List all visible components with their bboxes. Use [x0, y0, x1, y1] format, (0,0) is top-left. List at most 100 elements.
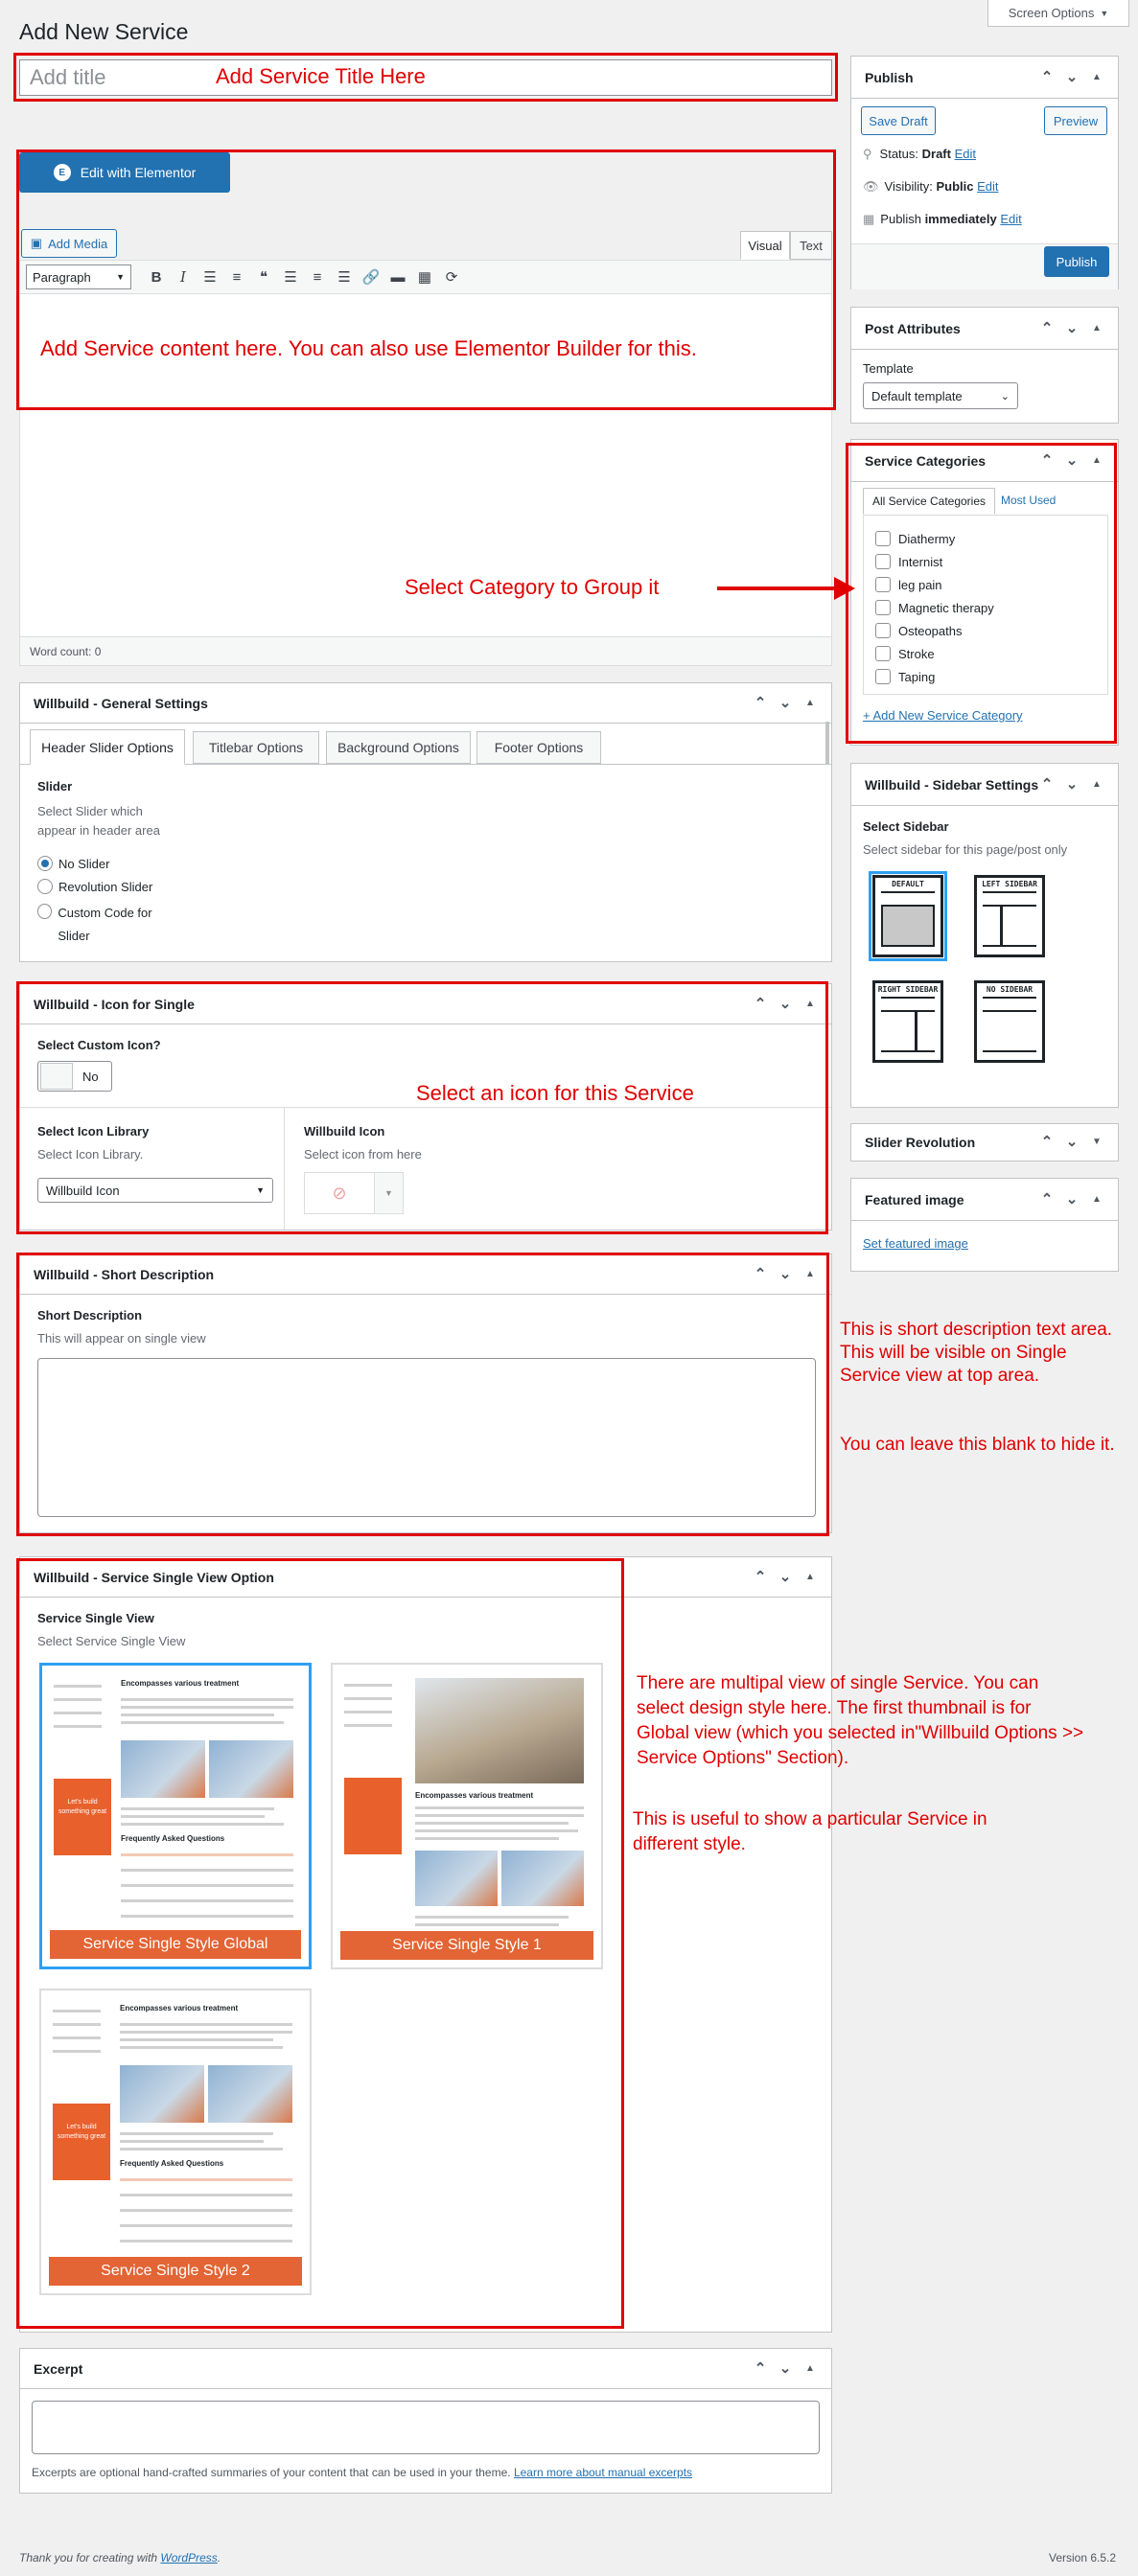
- picker-caret-icon[interactable]: ▼: [374, 1173, 403, 1213]
- add-new-category-link[interactable]: + Add New Service Category: [863, 708, 1023, 723]
- edit-status-link[interactable]: Edit: [955, 147, 976, 161]
- toolbar-toggle-icon[interactable]: ▦: [411, 268, 438, 286]
- category-item[interactable]: Taping: [875, 665, 1096, 688]
- chevron-up-icon[interactable]: ⌃: [1039, 69, 1055, 85]
- align-right-icon[interactable]: ☰: [331, 268, 358, 286]
- icon-library-select[interactable]: Willbuild Icon ▼: [37, 1178, 273, 1203]
- tab-text[interactable]: Text: [790, 231, 832, 260]
- category-checkbox[interactable]: [875, 646, 891, 661]
- chevron-down-icon[interactable]: ⌄: [778, 2360, 793, 2377]
- icon-picker[interactable]: ⊘ ▼: [304, 1172, 404, 1214]
- chevron-down-icon[interactable]: ⌄: [1064, 1135, 1080, 1150]
- chevron-up-icon[interactable]: ⌃: [753, 1266, 768, 1282]
- screen-options-button[interactable]: Screen Options ▼: [987, 0, 1129, 27]
- chevron-up-icon[interactable]: ⌃: [1039, 452, 1055, 469]
- category-item[interactable]: Stroke: [875, 642, 1096, 665]
- template-select[interactable]: Default template ⌄: [863, 382, 1018, 409]
- sidebar-option-default[interactable]: DEFAULT: [869, 871, 947, 961]
- save-draft-button[interactable]: Save Draft: [861, 106, 936, 135]
- excerpt-textarea[interactable]: [32, 2401, 820, 2454]
- tab-all-categories[interactable]: All Service Categories: [863, 488, 995, 515]
- category-item[interactable]: Diathermy: [875, 527, 1096, 550]
- set-featured-image-link[interactable]: Set featured image: [863, 1236, 968, 1251]
- style-2-thumb[interactable]: Encompasses various treatment Let's buil…: [39, 1989, 312, 2295]
- numbered-list-icon[interactable]: ≡: [223, 269, 250, 286]
- chevron-down-icon[interactable]: ⌄: [1064, 776, 1080, 793]
- tab-titlebar[interactable]: Titlebar Options: [193, 731, 319, 764]
- title-input[interactable]: Add title: [19, 59, 832, 96]
- expand-triangle-icon[interactable]: ▼: [1089, 1135, 1104, 1150]
- chevron-down-icon[interactable]: ⌄: [1064, 69, 1080, 85]
- chevron-up-icon[interactable]: ⌃: [1039, 776, 1055, 793]
- category-checkbox[interactable]: [875, 600, 891, 615]
- collapse-triangle-icon[interactable]: ▲: [802, 696, 818, 711]
- chevron-down-icon[interactable]: ⌄: [778, 1569, 793, 1585]
- category-checkbox[interactable]: [875, 577, 891, 592]
- edit-visibility-link[interactable]: Edit: [977, 179, 998, 194]
- excerpt-learn-more-link[interactable]: Learn more about manual excerpts: [514, 2466, 692, 2479]
- sidebar-option-none[interactable]: NO SIDEBAR: [970, 977, 1049, 1067]
- chevron-up-icon[interactable]: ⌃: [753, 2360, 768, 2377]
- chevron-up-icon[interactable]: ⌃: [1039, 320, 1055, 336]
- category-item[interactable]: Osteopaths: [875, 619, 1096, 642]
- italic-icon[interactable]: I: [170, 268, 197, 286]
- collapse-triangle-icon[interactable]: ▲: [1089, 70, 1104, 85]
- collapse-triangle-icon[interactable]: ▲: [1089, 1192, 1104, 1208]
- collapse-triangle-icon[interactable]: ▲: [802, 1267, 818, 1282]
- radio-no-slider[interactable]: No Slider: [37, 856, 109, 871]
- style-global-thumb[interactable]: Encompasses various treatment Let's buil…: [39, 1663, 312, 1969]
- wordpress-link[interactable]: WordPress: [160, 2551, 217, 2564]
- tab-background[interactable]: Background Options: [326, 731, 471, 764]
- collapse-triangle-icon[interactable]: ▲: [1089, 777, 1104, 793]
- chevron-down-icon[interactable]: ⌄: [1064, 452, 1080, 469]
- format-select[interactable]: Paragraph ▼: [26, 264, 131, 289]
- edit-schedule-link[interactable]: Edit: [1000, 212, 1021, 226]
- link-icon[interactable]: 🔗: [358, 268, 384, 286]
- collapse-triangle-icon[interactable]: ▲: [1089, 321, 1104, 336]
- sidebar-option-right[interactable]: RIGHT SIDEBAR: [869, 977, 947, 1067]
- tab-footer[interactable]: Footer Options: [476, 731, 601, 764]
- category-checkbox[interactable]: [875, 531, 891, 546]
- collapse-triangle-icon[interactable]: ▲: [802, 2361, 818, 2377]
- sidebar-option-left[interactable]: LEFT SIDEBAR: [970, 871, 1049, 961]
- chevron-up-icon[interactable]: ⌃: [1039, 1191, 1055, 1208]
- add-media-button[interactable]: ▣ Add Media: [21, 229, 117, 258]
- slider-revolution-header[interactable]: Slider Revolution ⌃ ⌄ ▼: [851, 1124, 1118, 1161]
- tab-most-used[interactable]: Most Used: [1001, 494, 1056, 507]
- collapse-triangle-icon[interactable]: ▲: [802, 1570, 818, 1585]
- publish-button[interactable]: Publish: [1044, 246, 1109, 277]
- radio-revolution-slider[interactable]: Revolution Slider: [37, 879, 152, 894]
- align-left-icon[interactable]: ☰: [277, 268, 304, 286]
- chevron-up-icon[interactable]: ⌃: [753, 695, 768, 711]
- general-scrollbar[interactable]: [825, 722, 829, 764]
- refresh-icon[interactable]: ⟳: [438, 268, 465, 286]
- tab-header-slider[interactable]: Header Slider Options: [30, 729, 185, 765]
- category-item[interactable]: leg pain: [875, 573, 1096, 596]
- radio-custom-code[interactable]: Custom Code for Slider: [37, 902, 181, 948]
- chevron-up-icon[interactable]: ⌃: [1039, 1135, 1055, 1150]
- category-item[interactable]: Internist: [875, 550, 1096, 573]
- chevron-up-icon[interactable]: ⌃: [753, 1569, 768, 1585]
- chevron-down-icon[interactable]: ⌄: [1064, 1191, 1080, 1208]
- chevron-down-icon[interactable]: ⌄: [778, 695, 793, 711]
- category-item[interactable]: Magnetic therapy: [875, 596, 1096, 619]
- elementor-button[interactable]: E Edit with Elementor: [19, 152, 230, 193]
- category-checkbox[interactable]: [875, 669, 891, 684]
- chevron-down-icon[interactable]: ⌄: [778, 1266, 793, 1282]
- bullet-list-icon[interactable]: ☰: [197, 268, 223, 286]
- chevron-down-icon[interactable]: ⌄: [778, 996, 793, 1012]
- collapse-triangle-icon[interactable]: ▲: [802, 997, 818, 1012]
- custom-icon-toggle[interactable]: No: [37, 1061, 112, 1092]
- chevron-up-icon[interactable]: ⌃: [753, 996, 768, 1012]
- blockquote-icon[interactable]: ❝: [250, 268, 277, 286]
- align-center-icon[interactable]: ≡: [304, 269, 331, 286]
- short-description-textarea[interactable]: [37, 1358, 816, 1517]
- collapse-triangle-icon[interactable]: ▲: [1089, 453, 1104, 469]
- bold-icon[interactable]: B: [143, 269, 170, 286]
- preview-button[interactable]: Preview: [1044, 106, 1107, 135]
- tab-visual[interactable]: Visual: [740, 231, 790, 260]
- category-checkbox[interactable]: [875, 623, 891, 638]
- read-more-icon[interactable]: ▬: [384, 269, 411, 286]
- style-1-thumb[interactable]: Encompasses various treatment Service Si…: [331, 1663, 603, 1969]
- category-checkbox[interactable]: [875, 554, 891, 569]
